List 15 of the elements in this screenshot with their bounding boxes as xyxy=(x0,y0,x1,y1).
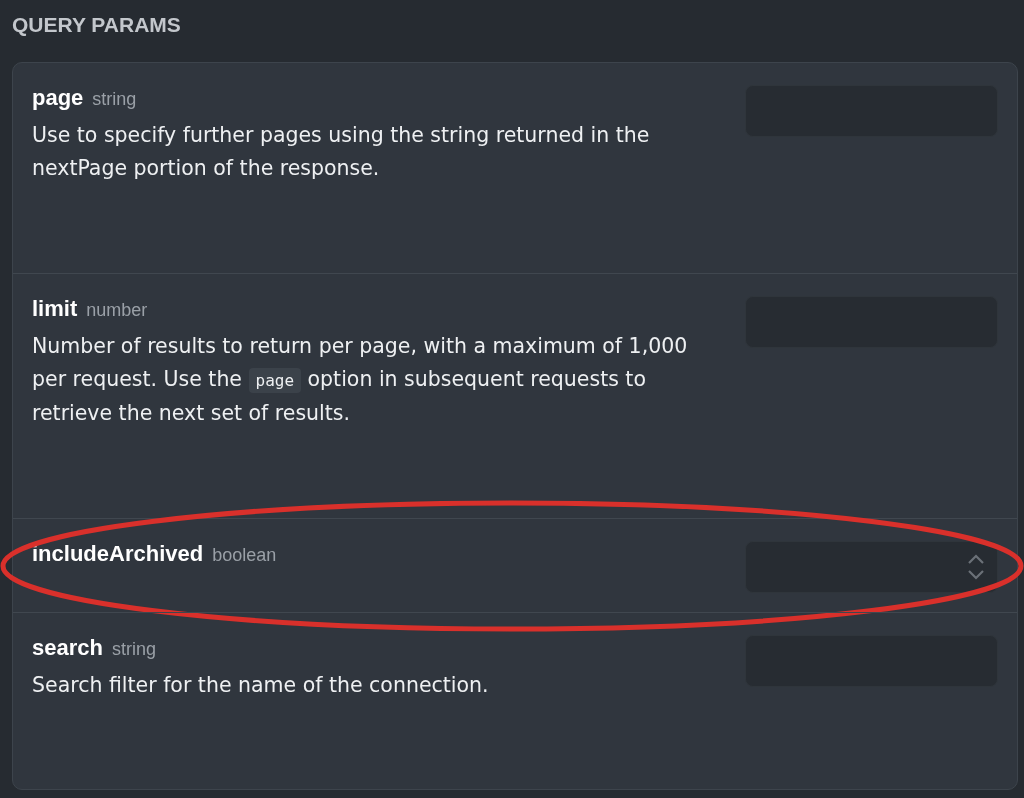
section-title: QUERY PARAMS xyxy=(12,12,182,38)
param-description: Use to specify further pages using the string returned in the nextPage portion of the response. xyxy=(32,122,651,182)
param-description: Number of results to return per page, with a maximum of 1,000 per request. Use the page option in subsequent requests to retrieve the next set of results. xyxy=(32,333,689,427)
param-name: includeArchived xyxy=(32,541,204,567)
chevron-up-down-icon xyxy=(967,553,985,581)
param-type: boolean xyxy=(212,545,277,566)
inline-code: page xyxy=(248,368,302,393)
param-type: string xyxy=(111,639,156,660)
select-field[interactable] xyxy=(745,541,998,593)
param-name: search xyxy=(32,635,103,661)
param-type: number xyxy=(86,300,148,321)
param-type: string xyxy=(92,89,137,110)
param-name: limit xyxy=(32,296,78,322)
param-description: Search filter for the name of the connection. xyxy=(32,672,490,699)
param-name: page xyxy=(32,85,84,111)
